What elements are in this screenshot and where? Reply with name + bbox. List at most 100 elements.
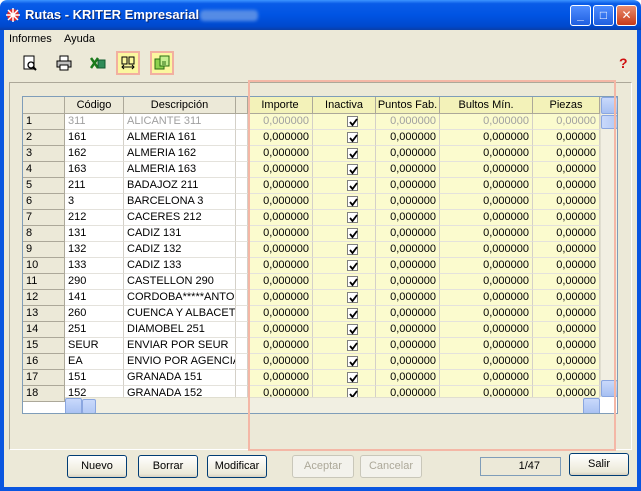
cell-descripcion[interactable]: CORDOBA*****ANTON [124,290,236,306]
row-indicator[interactable]: 8 [23,226,65,242]
cell-descripcion[interactable]: CADIZ 132 [124,242,236,258]
cell-codigo[interactable]: 163 [65,162,124,178]
cell-codigo[interactable]: 290 [65,274,124,290]
cell-inactiva[interactable] [313,194,376,210]
cell-inactiva[interactable] [313,290,376,306]
print-button[interactable] [52,51,76,75]
row-indicator[interactable]: 12 [23,290,65,306]
cell-bultos-min[interactable]: 0,000000 [440,178,533,194]
cell-inactiva[interactable] [313,130,376,146]
cell-splitter[interactable] [236,274,248,290]
cell-bultos-min[interactable]: 0,000000 [440,210,533,226]
routes-grid[interactable]: Código Descripción Importe Inactiva Punt… [22,96,618,414]
cell-puntos-fab[interactable]: 0,000000 [376,194,440,210]
cell-piezas[interactable]: 0,00000 [533,338,600,354]
cell-piezas[interactable]: 0,00000 [533,178,600,194]
row-indicator[interactable]: 18 [23,386,65,402]
cell-inactiva[interactable] [313,210,376,226]
row-indicator[interactable]: 2 [23,130,65,146]
cell-piezas[interactable]: 0,00000 [533,210,600,226]
cell-codigo[interactable]: 162 [65,146,124,162]
cell-piezas[interactable]: 0,00000 [533,146,600,162]
cell-codigo[interactable]: 131 [65,226,124,242]
cell-importe[interactable]: 0,000000 [248,274,313,290]
horizontal-scrollbar[interactable] [65,397,600,413]
cell-inactiva[interactable] [313,162,376,178]
cell-puntos-fab[interactable]: 0,000000 [376,370,440,386]
inactiva-checkbox[interactable] [347,116,358,127]
column-header-inactiva[interactable]: Inactiva [313,97,376,114]
cell-descripcion[interactable]: GRANADA 151 [124,370,236,386]
cell-inactiva[interactable] [313,146,376,162]
cell-piezas[interactable]: 0,00000 [533,290,600,306]
cell-importe[interactable]: 0,000000 [248,210,313,226]
inactiva-checkbox[interactable] [347,196,358,207]
cell-splitter[interactable] [236,210,248,226]
cell-importe[interactable]: 0,000000 [248,226,313,242]
cell-bultos-min[interactable]: 0,000000 [440,194,533,210]
inactiva-checkbox[interactable] [347,148,358,159]
cell-descripcion[interactable]: ALMERIA 161 [124,130,236,146]
cell-importe[interactable]: 0,000000 [248,322,313,338]
cell-puntos-fab[interactable]: 0,000000 [376,290,440,306]
cell-importe[interactable]: 0,000000 [248,130,313,146]
cell-piezas[interactable]: 0,00000 [533,242,600,258]
scroll-down-button[interactable] [601,380,617,397]
cell-piezas[interactable]: 0,00000 [533,194,600,210]
salir-button[interactable]: Salir [569,453,629,476]
row-indicator[interactable]: 4 [23,162,65,178]
row-indicator[interactable]: 17 [23,370,65,386]
column-header-importe[interactable]: Importe [248,97,313,114]
cell-splitter[interactable] [236,162,248,178]
inactiva-checkbox[interactable] [347,228,358,239]
cell-importe[interactable]: 0,000000 [248,194,313,210]
cell-codigo[interactable]: 311 [65,114,124,130]
cell-inactiva[interactable] [313,258,376,274]
minimize-button[interactable]: _ [570,5,591,26]
column-header-piezas[interactable]: Piezas [533,97,600,114]
borrar-button[interactable]: Borrar [138,455,198,478]
cell-puntos-fab[interactable]: 0,000000 [376,354,440,370]
cell-splitter[interactable] [236,130,248,146]
modificar-button[interactable]: Modificar [207,455,267,478]
cell-descripcion[interactable]: ENVIAR POR SEUR [124,338,236,354]
columns-config-button[interactable] [116,51,140,75]
cell-codigo[interactable]: 151 [65,370,124,386]
export-excel-button[interactable] [86,51,110,75]
column-header-puntos-fab[interactable]: Puntos Fab. [376,97,440,114]
cell-descripcion[interactable]: ALMERIA 162 [124,146,236,162]
help-button[interactable]: ? [612,51,636,75]
inactiva-checkbox[interactable] [347,372,358,383]
cell-inactiva[interactable] [313,226,376,242]
cell-inactiva[interactable] [313,114,376,130]
cell-inactiva[interactable] [313,274,376,290]
cell-codigo[interactable]: 211 [65,178,124,194]
cell-puntos-fab[interactable]: 0,000000 [376,338,440,354]
inactiva-checkbox[interactable] [347,244,358,255]
cell-bultos-min[interactable]: 0,000000 [440,322,533,338]
cell-splitter[interactable] [236,226,248,242]
print-preview-button[interactable] [18,51,42,75]
cell-puntos-fab[interactable]: 0,000000 [376,130,440,146]
column-splitter[interactable] [236,97,248,114]
column-header-descripcion[interactable]: Descripción [124,97,236,114]
cell-bultos-min[interactable]: 0,000000 [440,226,533,242]
scroll-right-button[interactable] [583,398,600,413]
inactiva-checkbox[interactable] [347,164,358,175]
close-button[interactable]: ✕ [616,5,637,26]
cancelar-button[interactable]: Cancelar [360,455,422,478]
cell-splitter[interactable] [236,146,248,162]
cell-puntos-fab[interactable]: 0,000000 [376,210,440,226]
cell-codigo[interactable]: 212 [65,210,124,226]
row-indicator[interactable]: 15 [23,338,65,354]
inactiva-checkbox[interactable] [347,180,358,191]
inactiva-checkbox[interactable] [347,292,358,303]
inactiva-checkbox[interactable] [347,260,358,271]
row-indicator[interactable]: 14 [23,322,65,338]
cell-bultos-min[interactable]: 0,000000 [440,146,533,162]
cell-splitter[interactable] [236,242,248,258]
cell-descripcion[interactable]: CADIZ 133 [124,258,236,274]
cell-splitter[interactable] [236,354,248,370]
cell-codigo[interactable]: 133 [65,258,124,274]
inactiva-checkbox[interactable] [347,356,358,367]
